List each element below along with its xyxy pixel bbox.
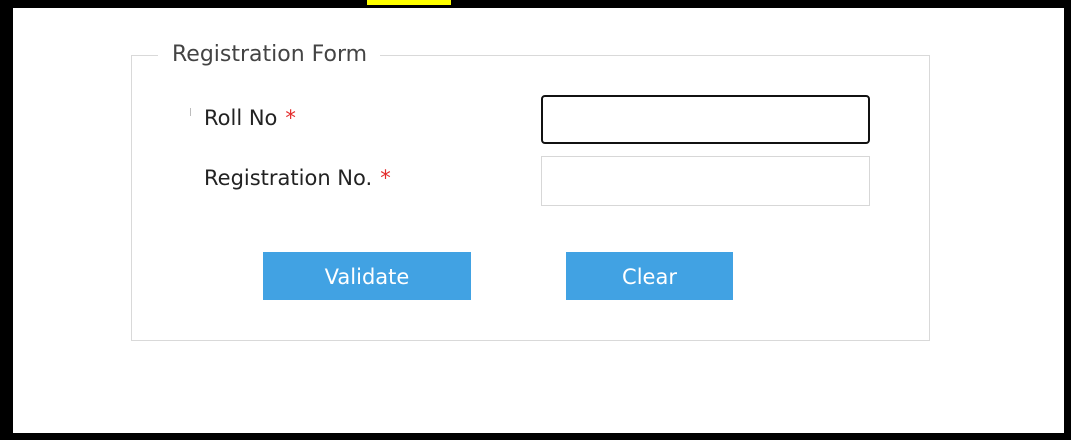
screen-frame: Registration Form Roll No * Registration … (0, 0, 1071, 440)
label-marker (190, 108, 191, 116)
registration-no-label: Registration No. * (204, 166, 391, 190)
clear-button[interactable]: Clear (566, 252, 733, 300)
fieldset-legend: Registration Form (158, 42, 381, 68)
highlight-strip (367, 0, 451, 5)
form-panel: Registration Form Roll No * Registration … (13, 8, 1064, 433)
registration-no-label-text: Registration No. (204, 166, 373, 190)
registration-no-input[interactable] (541, 156, 870, 206)
roll-no-input[interactable] (541, 95, 870, 144)
roll-no-label-text: Roll No (204, 106, 278, 130)
validate-button[interactable]: Validate (263, 252, 471, 300)
required-asterisk: * (380, 166, 391, 190)
required-asterisk: * (285, 106, 296, 130)
roll-no-label: Roll No * (204, 106, 296, 130)
